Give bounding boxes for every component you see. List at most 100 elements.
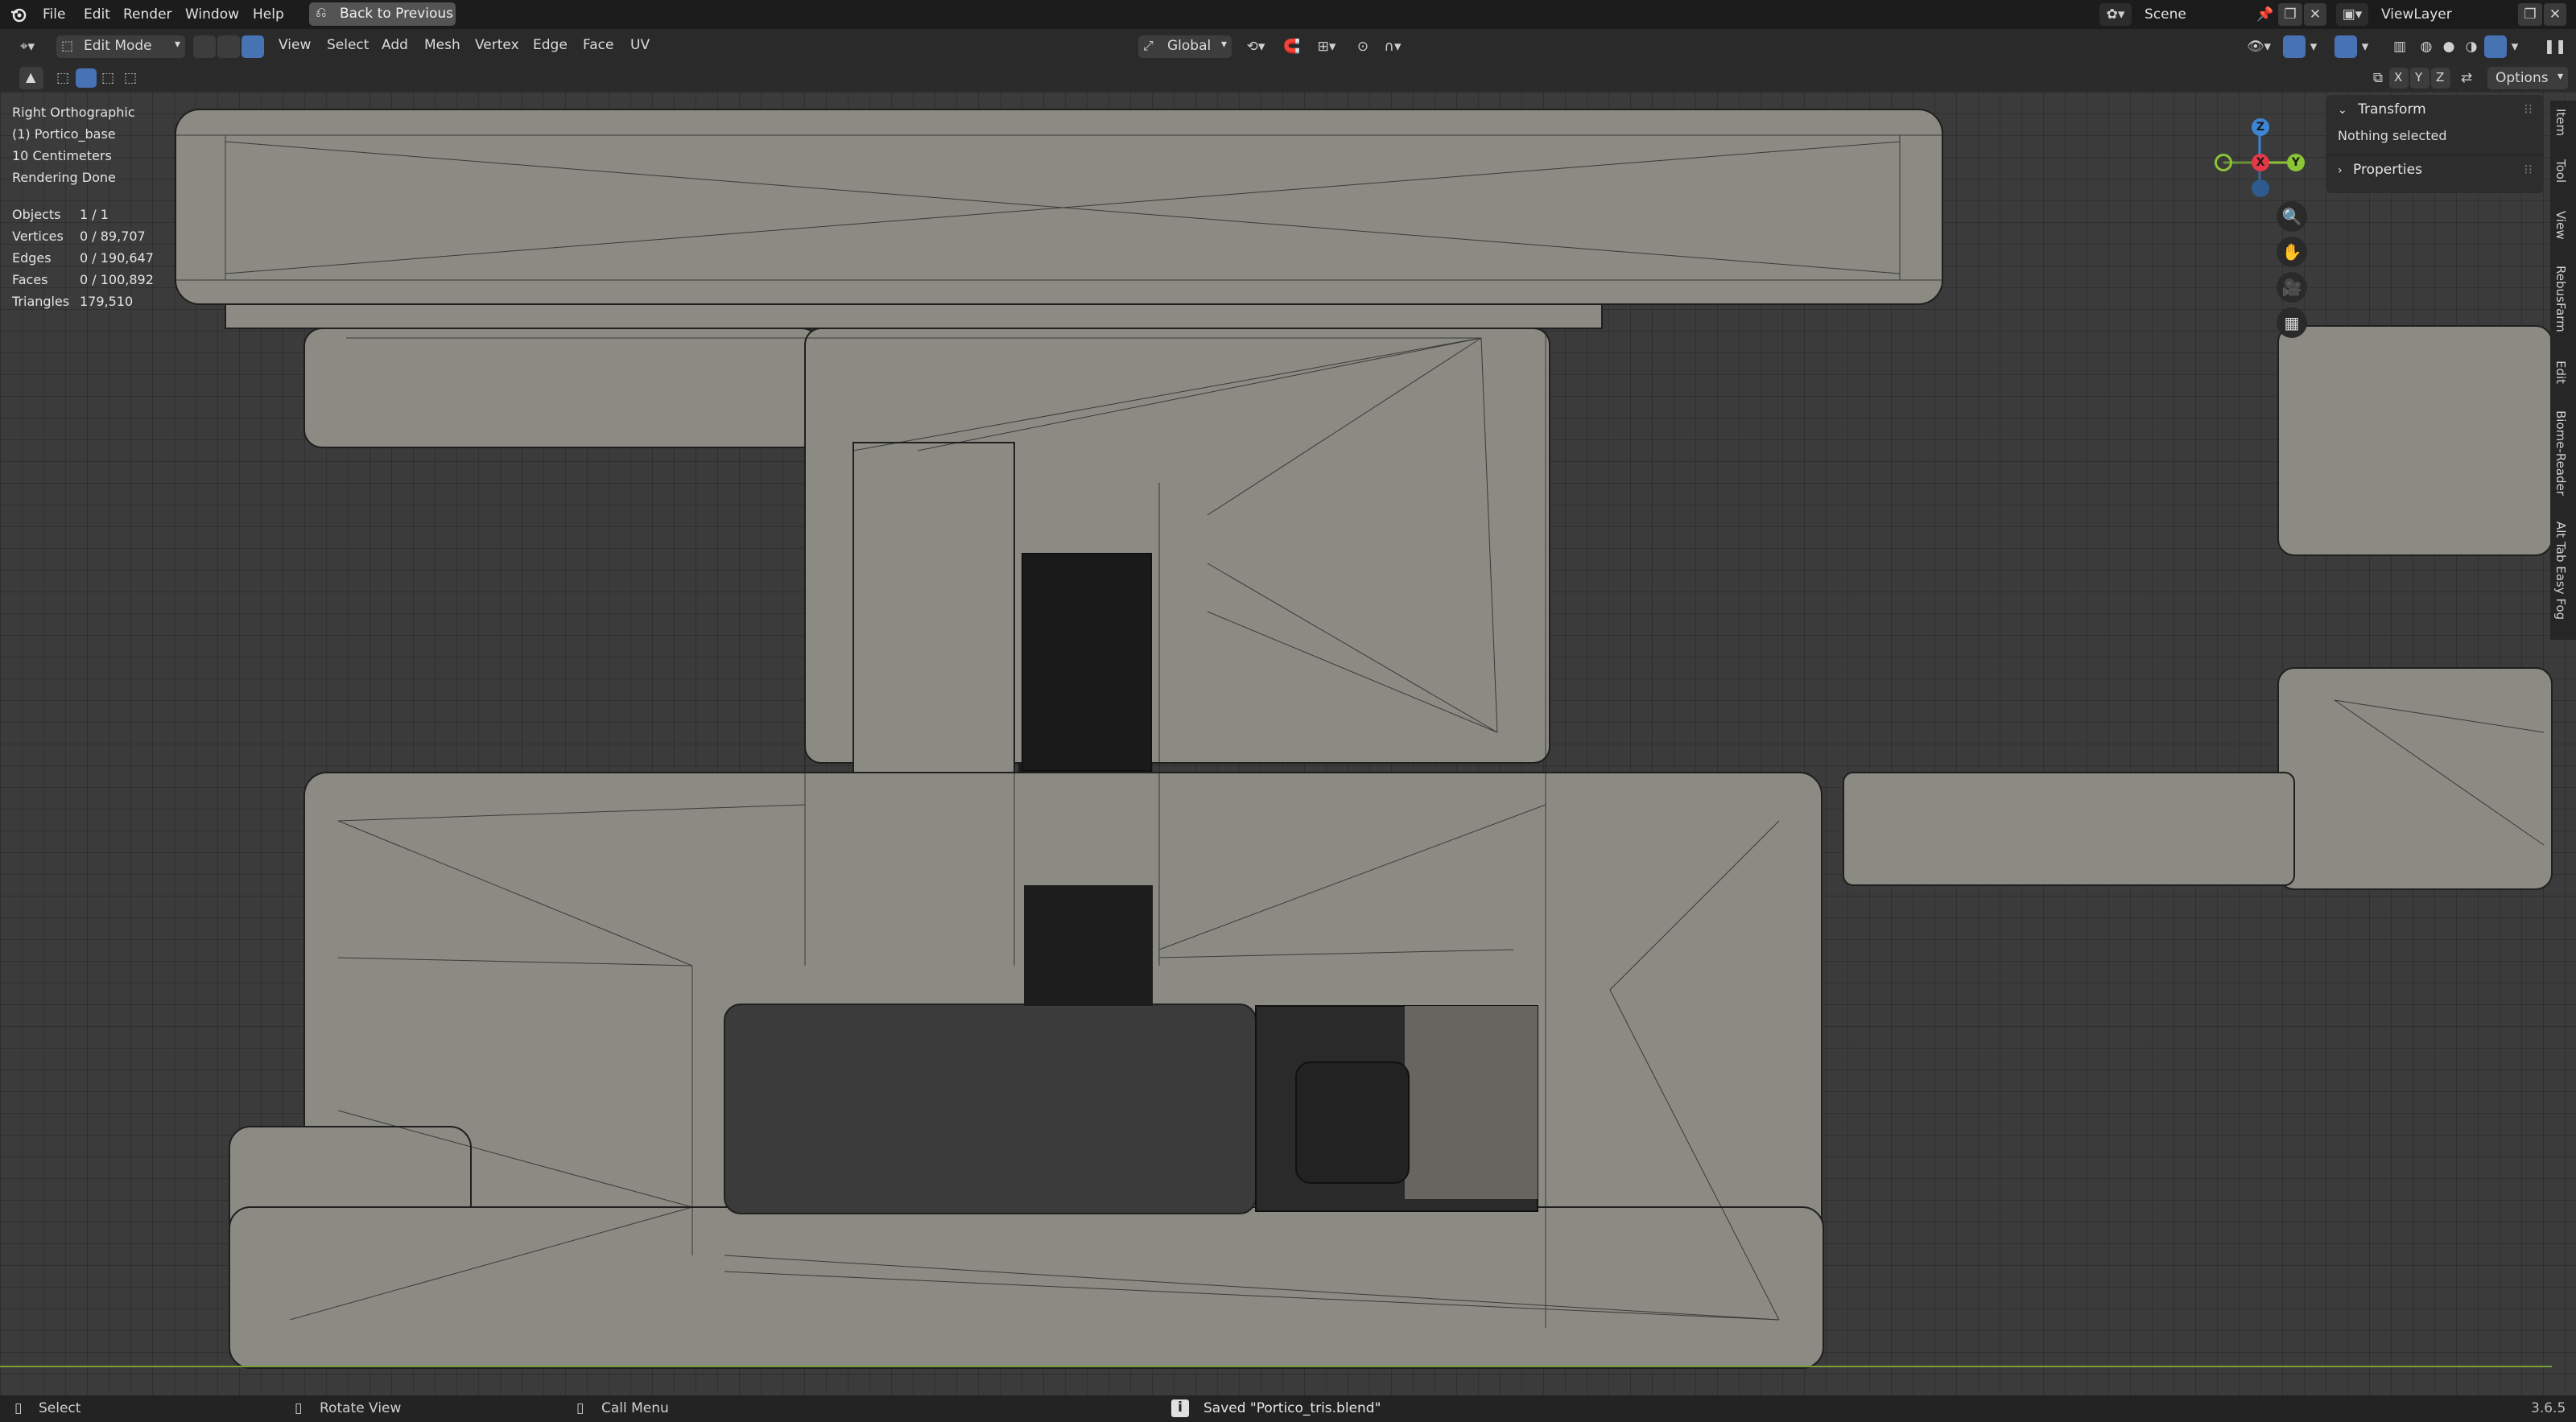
xray-icon[interactable]: ▥ xyxy=(2388,35,2412,58)
menu-add[interactable]: Add xyxy=(382,35,408,55)
menu-file[interactable]: File xyxy=(43,5,65,24)
stat-label-vertices: Vertices xyxy=(12,229,64,244)
back-icon: ⎌ xyxy=(316,5,327,21)
gizmo-neg-y-axis[interactable] xyxy=(2215,154,2232,171)
drag-handle-icon[interactable]: ⁝⁝ xyxy=(2524,155,2533,184)
tab-item[interactable]: Item xyxy=(2553,109,2568,136)
tab-edit[interactable]: Edit xyxy=(2553,361,2568,384)
gizmo-x-label: X xyxy=(2256,156,2265,169)
select-invert-icon[interactable]: ⬚ xyxy=(119,67,142,89)
overlay-toggle-button[interactable] xyxy=(2334,35,2357,58)
pin-icon[interactable]: 📌 xyxy=(2254,3,2277,26)
menu-mesh[interactable]: Mesh xyxy=(424,35,460,55)
topology-mirror-icon[interactable]: ⇄ xyxy=(2455,67,2478,89)
gizmo-z-axis[interactable]: Z xyxy=(2252,118,2269,136)
viewlayer-field[interactable]: ViewLayer xyxy=(2368,3,2515,26)
mirror-x-button[interactable]: X xyxy=(2389,68,2409,89)
mode-selector[interactable]: ⬚ Edit Mode ▾ xyxy=(56,35,185,58)
gizmo-neg-z-axis[interactable] xyxy=(2252,179,2269,197)
info-icon: i xyxy=(1171,1399,1189,1417)
pivot-icon[interactable]: ⟲▾ xyxy=(1240,35,1272,58)
menu-window[interactable]: Window xyxy=(185,5,239,24)
chevron-down-icon[interactable]: ▾ xyxy=(2307,35,2320,58)
viewlayer-icon[interactable]: ▣▾ xyxy=(2336,3,2368,26)
options-dropdown[interactable]: Options ▾ xyxy=(2487,67,2568,89)
new-scene-icon[interactable]: ❐ xyxy=(2278,3,2302,26)
face-select-mode-button[interactable] xyxy=(242,35,264,58)
transform-panel-header[interactable]: ⌄ Transform ⁝⁝ xyxy=(2326,95,2544,124)
stat-value-triangles: 179,510 xyxy=(80,294,134,309)
3d-viewport[interactable]: Right Orthographic (1) Portico_base 10 C… xyxy=(0,92,2576,1395)
properties-panel-header[interactable]: › Properties ⁝⁝ xyxy=(2326,155,2544,184)
menu-select[interactable]: Select xyxy=(327,35,369,55)
menu-render[interactable]: Render xyxy=(123,5,172,24)
chevron-down-icon[interactable]: ▾ xyxy=(2508,35,2521,58)
menu-help[interactable]: Help xyxy=(253,5,284,24)
menu-edit[interactable]: Edit xyxy=(84,5,110,24)
solid-shading-icon[interactable]: ● xyxy=(2438,35,2460,58)
camera-icon[interactable]: 🎥 xyxy=(2277,272,2307,303)
status-rotate-view: Rotate View xyxy=(320,1400,402,1416)
orientation-icon: ⤢ xyxy=(1143,38,1154,53)
viewport-header: ⌖▾ ⬚ Edit Mode ▾ View Select Add Mesh Ve… xyxy=(0,29,2576,64)
select-tool-button[interactable]: ▲ xyxy=(19,67,43,89)
mouse-left-icon: ▯ xyxy=(14,1400,23,1416)
zoom-icon[interactable]: 🔍 xyxy=(2277,201,2307,232)
back-to-previous-button[interactable]: ⎌ Back to Previous xyxy=(309,2,456,26)
edge-select-mode-button[interactable] xyxy=(217,35,240,58)
delete-scene-icon[interactable]: ✕ xyxy=(2304,3,2326,26)
gizmo-y-axis[interactable]: Y xyxy=(2287,154,2305,171)
menu-edge[interactable]: Edge xyxy=(533,35,568,55)
rendered-shading-button[interactable] xyxy=(2484,35,2507,58)
material-shading-icon[interactable]: ◑ xyxy=(2460,35,2483,58)
select-subtract-icon[interactable]: ⬚ xyxy=(97,67,119,89)
stat-label-edges: Edges xyxy=(12,250,52,266)
wireframe-shading-icon[interactable]: ◍ xyxy=(2415,35,2438,58)
chevron-right-icon: › xyxy=(2338,164,2343,177)
pan-hand-icon[interactable]: ✋ xyxy=(2277,237,2307,267)
pause-icon[interactable]: ❚❚ xyxy=(2544,35,2567,58)
scene-field[interactable]: Scene xyxy=(2132,3,2268,26)
gizmo-toggle-button[interactable] xyxy=(2283,35,2306,58)
stat-value-objects: 1 / 1 xyxy=(80,207,109,222)
select-new-icon[interactable]: ⬚ xyxy=(52,67,74,89)
menu-uv[interactable]: UV xyxy=(630,35,650,55)
drag-handle-icon[interactable]: ⁝⁝ xyxy=(2524,95,2533,124)
scene-icon[interactable]: ✿▾ xyxy=(2099,3,2132,26)
chevron-down-icon[interactable]: ▾ xyxy=(2359,35,2372,58)
snap-target-icon[interactable]: ⊞▾ xyxy=(1307,35,1346,58)
viewlayer-name: ViewLayer xyxy=(2381,6,2452,23)
mesh-object[interactable] xyxy=(0,92,2576,1395)
grid-icon[interactable]: ▦ xyxy=(2277,307,2307,338)
gizmo-z-label: Z xyxy=(2256,121,2265,134)
stat-value-edges: 0 / 190,647 xyxy=(80,250,154,266)
select-extend-button[interactable] xyxy=(76,68,97,88)
tab-tool[interactable]: Tool xyxy=(2553,159,2568,183)
new-viewlayer-icon[interactable]: ❐ xyxy=(2518,3,2542,26)
falloff-icon[interactable]: ∩▾ xyxy=(1377,35,1409,58)
stat-value-faces: 0 / 100,892 xyxy=(80,272,154,287)
snap-icon[interactable]: 🧲 xyxy=(1280,35,1304,58)
editor-type-icon[interactable]: ⌖▾ xyxy=(11,35,43,58)
tab-biome-reader[interactable]: Biome-Reader xyxy=(2553,410,2568,496)
tab-alt-tab-easy-fog[interactable]: Alt Tab Easy Fog xyxy=(2553,521,2568,620)
axis-x-label: X xyxy=(2394,70,2403,84)
cursor-icon: ▲ xyxy=(26,69,36,84)
transform-title: Transform xyxy=(2358,101,2426,117)
visibility-icon[interactable]: 👁▾ xyxy=(2241,35,2277,58)
menu-vertex[interactable]: Vertex xyxy=(475,35,519,55)
scene-name: Scene xyxy=(2145,6,2186,23)
tab-view[interactable]: View xyxy=(2553,211,2568,240)
mirror-y-button[interactable]: Y xyxy=(2410,68,2429,89)
mirror-icon[interactable]: ⧉ xyxy=(2367,67,2389,89)
mirror-z-button[interactable]: Z xyxy=(2431,68,2450,89)
menu-face[interactable]: Face xyxy=(583,35,613,55)
blender-logo-icon[interactable] xyxy=(8,5,29,24)
proportional-editing-icon[interactable]: ⊙ xyxy=(1351,35,1375,58)
gizmo-x-axis[interactable]: X xyxy=(2252,154,2269,171)
tab-rebusfarm[interactable]: RebusFarm xyxy=(2553,266,2568,332)
menu-view[interactable]: View xyxy=(279,35,311,55)
transform-orientation-dropdown[interactable]: ⤢ Global ▾ xyxy=(1138,35,1232,58)
delete-viewlayer-icon[interactable]: ✕ xyxy=(2544,3,2566,26)
vertex-select-mode-button[interactable] xyxy=(193,35,216,58)
